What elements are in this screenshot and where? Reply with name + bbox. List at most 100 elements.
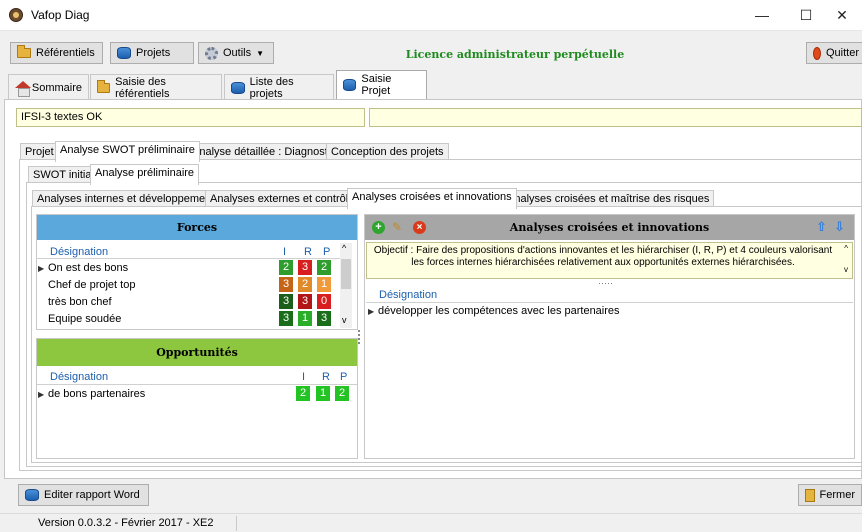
table-row[interactable]: ▶ On est des bons (38, 260, 277, 276)
editer-label: Editer rapport Word (44, 489, 140, 501)
table-row[interactable]: ▶ de bons partenaires (38, 386, 294, 402)
app-icon (9, 8, 23, 22)
tab-analyses-croisees-innovations[interactable]: Analyses croisées et innovations (347, 188, 517, 209)
tab-analyse-preliminaire[interactable]: Analyse préliminaire (90, 164, 200, 185)
table-row[interactable]: ▶ développer les compétences avec les pa… (368, 303, 852, 319)
scroll-up-icon[interactable]: ^ (342, 243, 346, 253)
score-cell-r[interactable]: 3 (298, 260, 312, 275)
opportunites-header: Opportunités (37, 339, 357, 366)
window-title: Vafop Diag (31, 8, 90, 22)
scroll-down-icon[interactable]: v (844, 265, 848, 274)
tab-label: Sommaire (31, 81, 82, 94)
folder-icon (17, 45, 31, 58)
quitter-button[interactable]: Quitter (806, 42, 862, 64)
database-icon (231, 81, 245, 94)
opportunites-col-designation: Désignation (50, 371, 109, 383)
opportunites-col-i: I (302, 371, 306, 383)
tab-analyse-swot[interactable]: Analyse SWOT préliminaire (55, 141, 200, 162)
opportunites-col-p: P (340, 371, 348, 383)
panel-splitter[interactable] (358, 330, 361, 344)
tab-label: Liste des projets (249, 75, 294, 100)
folder-icon (97, 79, 111, 93)
tab-liste-projets[interactable]: Liste des projets (224, 74, 334, 100)
score-cell-r[interactable]: 1 (298, 311, 312, 326)
croisees-col-designation: Désignation (379, 289, 438, 301)
minimize-button[interactable]: — (742, 0, 782, 31)
main-tabbar: Sommaire Saisie des référentiels Liste d… (0, 70, 862, 100)
score-cell-r[interactable]: 2 (298, 277, 312, 292)
forces-col-i: I (283, 246, 287, 258)
score-cell-p[interactable]: 3 (317, 311, 331, 326)
forces-scrollbar[interactable]: ^ v (340, 243, 352, 328)
title-bar: Vafop Diag — ☐ ✕ (0, 0, 862, 31)
gear-icon (205, 46, 218, 60)
row-label: Chef de projet top (48, 279, 136, 291)
croisees-title: Analyses croisées et innovations (509, 221, 710, 234)
edit-icon[interactable]: ✎ (392, 221, 406, 234)
fermer-label: Fermer (819, 489, 855, 501)
tab-label: Saisie Projet (361, 73, 392, 97)
tab-label: Saisie des référentiels (115, 75, 170, 100)
door-icon (805, 488, 815, 502)
tab-sommaire[interactable]: Sommaire (8, 74, 89, 100)
row-pointer-icon: ▶ (38, 389, 45, 399)
scroll-up-icon[interactable]: ^ (844, 244, 848, 253)
score-cell-i[interactable]: 3 (279, 277, 293, 292)
database-icon (343, 79, 357, 91)
referentiels-button[interactable]: Référentiels (10, 42, 103, 64)
editer-rapport-button[interactable]: Editer rapport Word (18, 484, 149, 506)
chevron-down-icon: ▼ (256, 48, 265, 58)
score-cell-i[interactable]: 3 (279, 311, 293, 326)
score-cell-i[interactable]: 2 (296, 386, 310, 401)
horizontal-splitter[interactable]: ····· (598, 278, 613, 288)
table-row[interactable]: Chef de projet top (38, 277, 277, 293)
row-pointer-icon: ▶ (38, 263, 45, 273)
forces-col-designation: Désignation (50, 246, 109, 258)
objectif-text: Faire des propositions d'actions innovan… (411, 245, 833, 268)
row-label: On est des bons (48, 262, 129, 274)
score-cell-i[interactable]: 3 (279, 294, 293, 309)
forces-header: Forces (37, 215, 357, 240)
outils-label: Outils (223, 47, 252, 59)
score-cell-i[interactable]: 2 (279, 260, 293, 275)
licence-label: Licence administrateur perpétuelle (405, 48, 625, 61)
croisees-row-label: développer les compétences avec les part… (378, 305, 620, 317)
projets-button[interactable]: Projets (110, 42, 194, 64)
add-icon[interactable]: + (372, 221, 385, 234)
score-cell-p[interactable]: 0 (317, 294, 331, 309)
version-label: Version 0.0.3.2 - Février 2017 - XE2 (38, 517, 214, 529)
score-cell-p[interactable]: 2 (335, 386, 349, 401)
move-up-icon[interactable]: ⇧ (816, 219, 827, 235)
maximize-button[interactable]: ☐ (786, 0, 826, 31)
score-cell-p[interactable]: 1 (317, 277, 331, 292)
delete-icon[interactable]: × (413, 221, 426, 234)
scroll-down-icon[interactable]: v (342, 315, 347, 325)
fermer-button[interactable]: Fermer (798, 484, 862, 506)
status-bar: Version 0.0.3.2 - Février 2017 - XE2 (0, 513, 862, 532)
project-name-field[interactable]: IFSI-3 textes OK (16, 108, 365, 127)
forces-col-p: P (323, 246, 331, 258)
row-label: Equipe soudée (48, 313, 122, 325)
row-label: de bons partenaires (48, 388, 146, 400)
database-icon (117, 47, 131, 59)
project-secondary-field[interactable] (369, 108, 862, 127)
forces-scroll-thumb[interactable] (341, 259, 351, 289)
table-row[interactable]: Equipe soudée (38, 311, 277, 327)
tab-saisie-referentiels[interactable]: Saisie des référentiels (90, 74, 222, 100)
quitter-label: Quitter (825, 47, 859, 59)
score-cell-r[interactable]: 1 (316, 386, 330, 401)
stop-icon (813, 46, 821, 60)
row-label: très bon chef (48, 296, 112, 308)
table-row[interactable]: très bon chef (38, 294, 277, 310)
outils-dropdown[interactable]: Outils ▼ (198, 42, 274, 64)
referentiels-label: Référentiels (36, 47, 95, 59)
move-down-icon[interactable]: ⇩ (834, 219, 845, 235)
score-cell-r[interactable]: 3 (298, 294, 312, 309)
objectif-label: Objectif : (373, 245, 414, 256)
score-cell-p[interactable]: 2 (317, 260, 331, 275)
opportunites-col-r: R (322, 371, 330, 383)
row-pointer-icon: ▶ (368, 306, 375, 316)
tab-saisie-projet[interactable]: Saisie Projet (336, 70, 427, 99)
forces-col-r: R (304, 246, 312, 258)
close-button[interactable]: ✕ (822, 0, 862, 31)
